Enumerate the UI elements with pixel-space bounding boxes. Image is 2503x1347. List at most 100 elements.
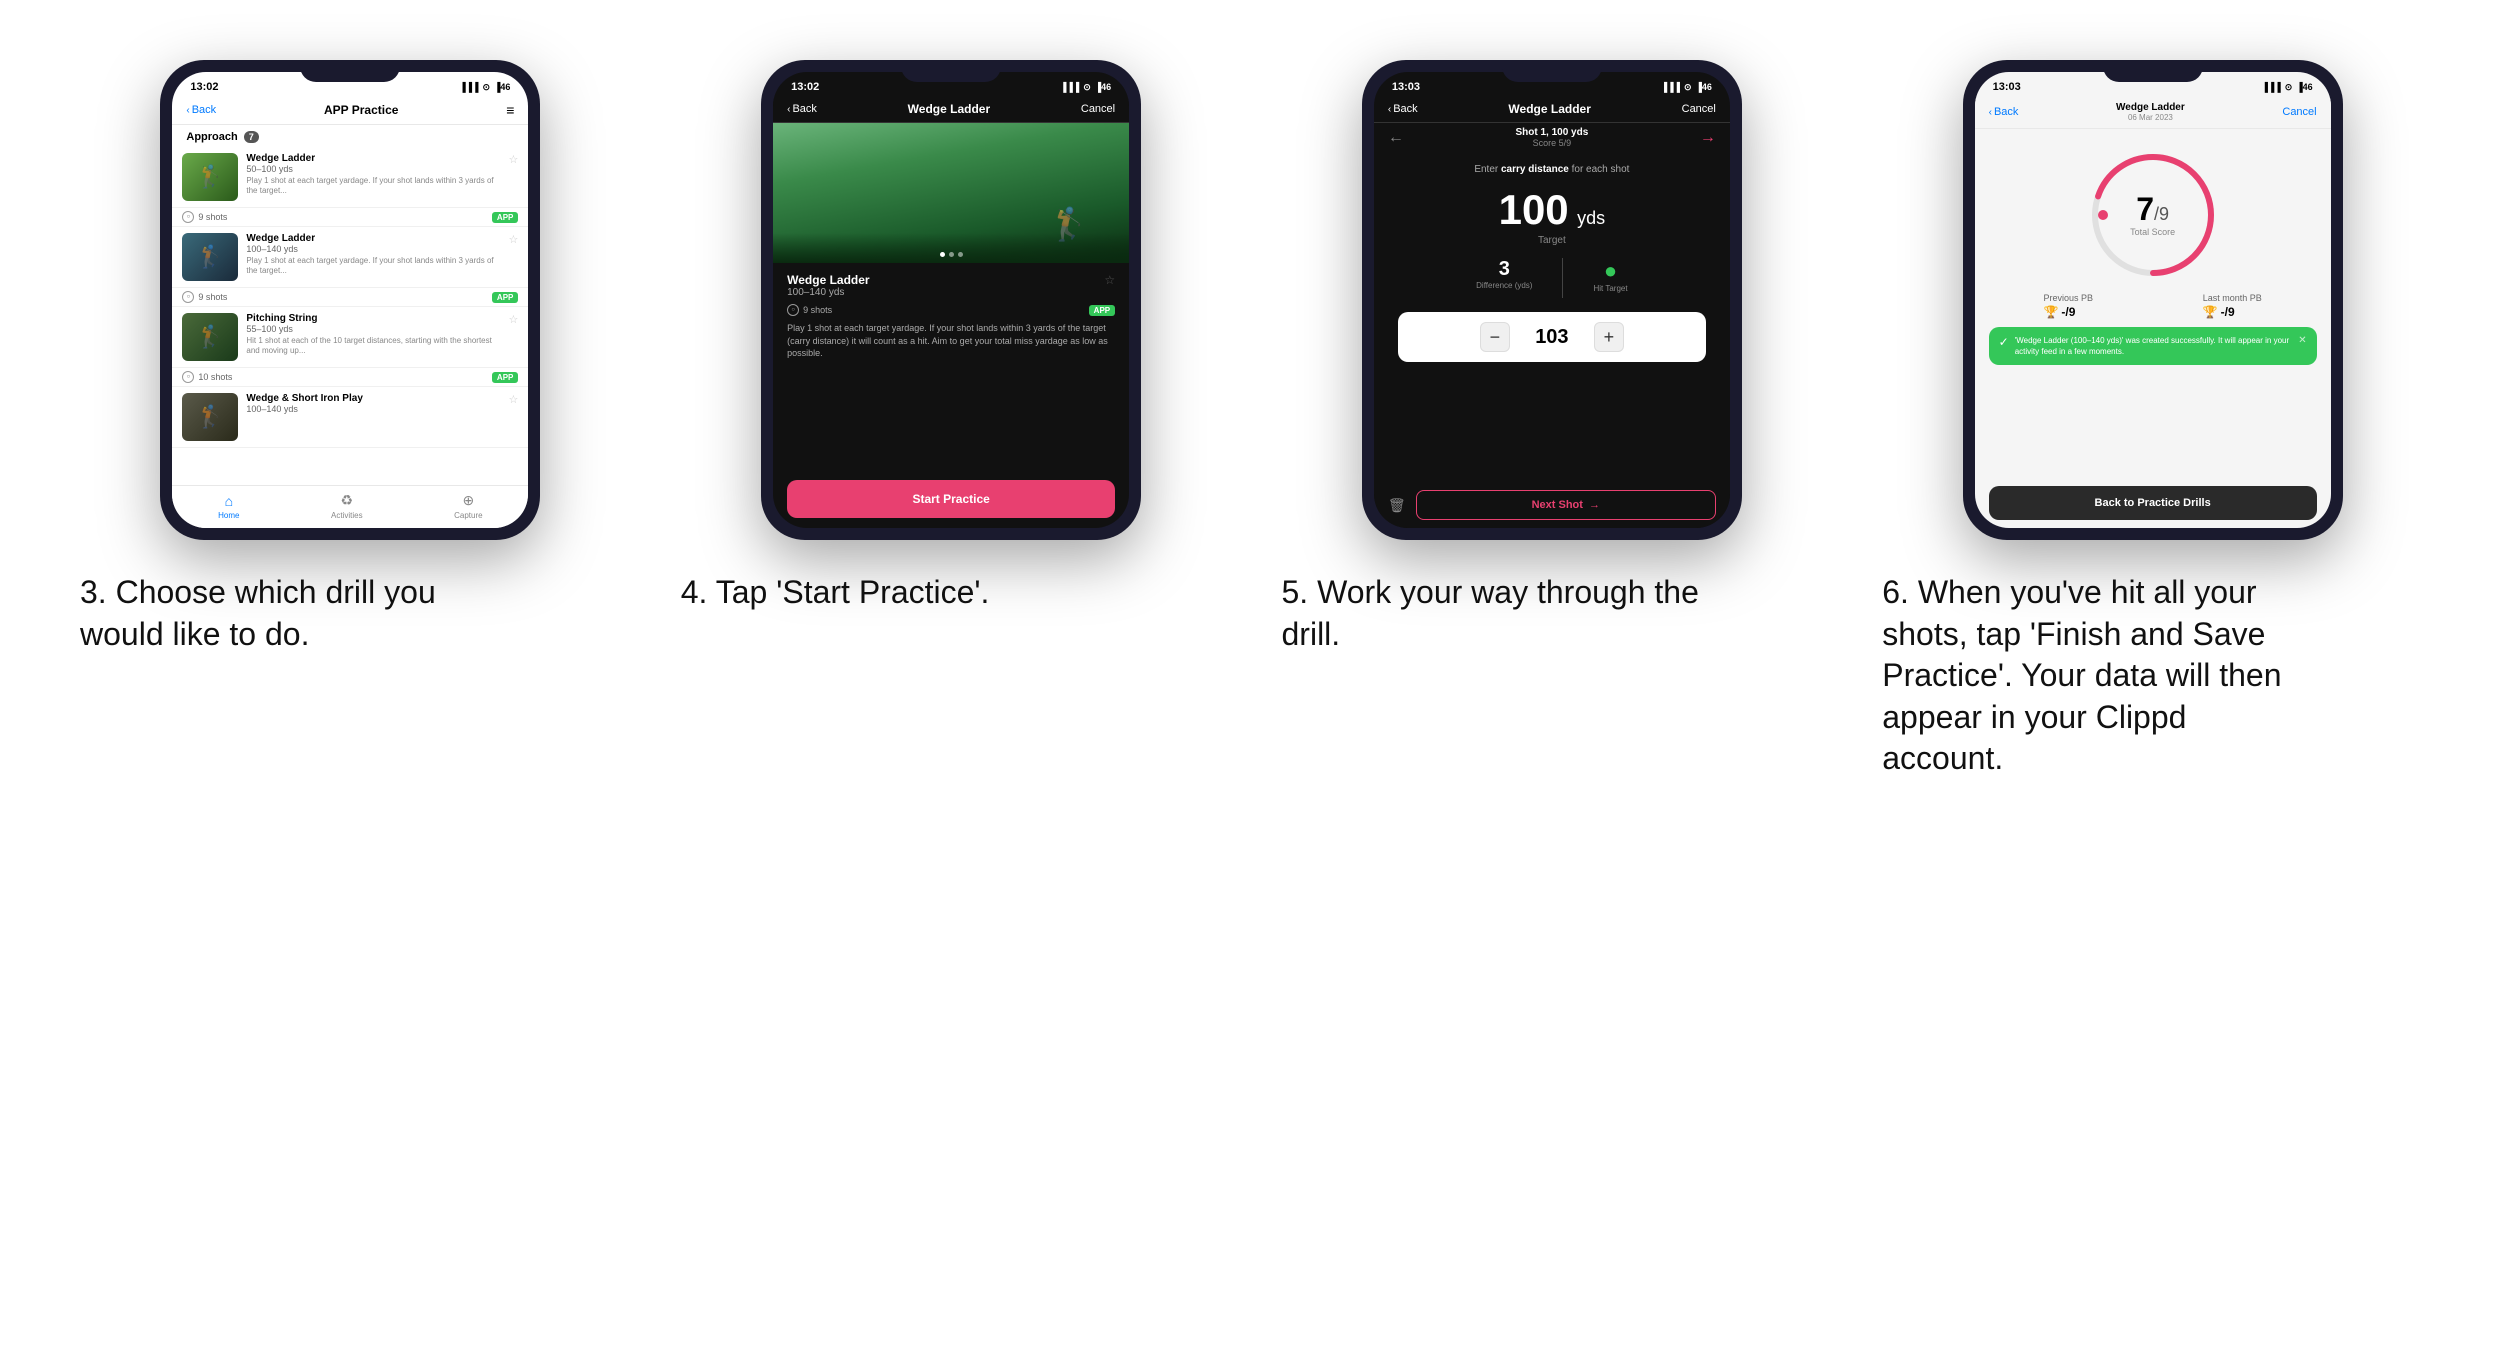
s2-shots: ○ 9 shots: [787, 304, 832, 316]
drill-thumb-2: 🏌: [182, 233, 238, 281]
clock-icon-3: ○: [182, 371, 194, 383]
step-3-column: 13:02 ▐▐▐ ⊙ ▐46 ‹ Back APP Practice ≡: [80, 60, 621, 655]
drill-info-4: Wedge & Short Iron Play 100–140 yds: [246, 393, 500, 441]
caption-3: 3. Choose which drill you would like to …: [80, 572, 500, 655]
delete-shot-button[interactable]: 🗑: [1388, 497, 1406, 514]
star-icon-2[interactable]: ☆: [509, 233, 519, 281]
nav-home[interactable]: ⌂ Home: [218, 493, 239, 520]
clock-icon-s2: ○: [787, 304, 799, 316]
dot-3: [958, 252, 963, 257]
phone-3-status-icons: ▐▐▐ ⊙ ▐46: [1661, 82, 1712, 93]
phone-1-back[interactable]: ‹ Back: [186, 104, 216, 116]
star-icon-4[interactable]: ☆: [509, 393, 519, 441]
home-icon: ⌂: [225, 493, 233, 509]
nav-capture[interactable]: ⊕ Capture: [454, 492, 482, 520]
phone-4-status-icons: ▐▐▐ ⊙ ▐46: [2262, 82, 2313, 93]
image-dots: [940, 252, 963, 263]
drill-item-3[interactable]: 🏌 Pitching String 55–100 yds Hit 1 shot …: [172, 307, 528, 368]
phone-4-cancel[interactable]: Cancel: [2282, 106, 2316, 118]
last-month-pb-value: 🏆 -/9: [2203, 305, 2262, 319]
phone-1-notch: [300, 60, 400, 82]
hit-target-icon: ●: [1593, 258, 1627, 284]
phone-2-screen: 13:02 ▐▐▐ ⊙ ▐46 ‹ Back Wedge Ladder Canc…: [773, 72, 1129, 528]
metric-divider: [1562, 258, 1563, 298]
practice-image: 🏌️: [773, 123, 1129, 263]
increment-button[interactable]: +: [1594, 322, 1624, 352]
drill-info-2: Wedge Ladder 100–140 yds Play 1 shot at …: [246, 233, 500, 281]
s2-star-icon[interactable]: ☆: [1104, 273, 1115, 287]
drill-thumb-3: 🏌: [182, 313, 238, 361]
phone-1-screen: 13:02 ▐▐▐ ⊙ ▐46 ‹ Back APP Practice ≡: [172, 72, 528, 528]
hit-target-metric: ● Hit Target: [1593, 258, 1627, 298]
phone-2-back[interactable]: ‹ Back: [787, 103, 817, 115]
shot-instruction: Enter carry distance for each shot: [1388, 164, 1716, 175]
phone-2-body: Wedge Ladder 100–140 yds ☆ ○ 9 shots APP…: [773, 263, 1129, 470]
trophy-icon-2: 🏆: [2203, 305, 2218, 319]
back-chevron-icon: ‹: [186, 105, 189, 116]
last-month-pb: Last month PB 🏆 -/9: [2203, 293, 2262, 319]
drill-2-footer: ○ 9 shots APP: [172, 288, 528, 307]
step-6-column: 13:03 ▐▐▐ ⊙ ▐46 ‹ Back Wedge Ladder: [1882, 60, 2423, 780]
wifi-icon-4: ⊙: [2285, 82, 2293, 93]
clock-icon-2: ○: [182, 291, 194, 303]
phone-2-nav-title: Wedge Ladder: [908, 102, 990, 116]
phone-3-nav-title: Wedge Ladder: [1508, 102, 1590, 116]
phone-4-time: 13:03: [1993, 81, 2021, 93]
phone-1-content: Approach 7 🏌 Wedge Ladder 50–100 yds Pla…: [172, 125, 528, 485]
toast-close-icon[interactable]: ✕: [2298, 335, 2306, 346]
shot-metrics: 3 Difference (yds) ● Hit Target: [1388, 258, 1716, 298]
battery-icon-2: ▐46: [1095, 82, 1111, 92]
success-toast: ✓ 'Wedge Ladder (100–140 yds)' was creat…: [1989, 327, 2317, 365]
clock-icon-1: ○: [182, 211, 194, 223]
caption-4: 4. Tap 'Start Practice'.: [681, 572, 990, 614]
drill-item-2[interactable]: 🏌 Wedge Ladder 100–140 yds Play 1 shot a…: [172, 227, 528, 288]
phone-2-nav: ‹ Back Wedge Ladder Cancel: [773, 98, 1129, 123]
drill-3-shots: ○ 10 shots: [182, 371, 232, 383]
drill-item-4[interactable]: 🏌 Wedge & Short Iron Play 100–140 yds ☆: [172, 387, 528, 448]
phone-3-cancel[interactable]: Cancel: [1682, 103, 1716, 115]
difference-metric: 3 Difference (yds): [1476, 258, 1532, 298]
phone-4-frame: 13:03 ▐▐▐ ⊙ ▐46 ‹ Back Wedge Ladder: [1963, 60, 2343, 540]
previous-pb: Previous PB 🏆 -/9: [2043, 293, 2093, 319]
trophy-icon-1: 🏆: [2043, 305, 2058, 319]
star-icon-1[interactable]: ☆: [509, 153, 519, 201]
next-shot-arrow[interactable]: →: [1700, 129, 1716, 147]
next-shot-button[interactable]: Next Shot →: [1416, 490, 1716, 520]
star-icon-3[interactable]: ☆: [509, 313, 519, 361]
phone-4-back[interactable]: ‹ Back: [1989, 106, 2019, 118]
caption-5: 5. Work your way through the drill.: [1282, 572, 1702, 655]
back-to-drills-button[interactable]: Back to Practice Drills: [1989, 486, 2317, 520]
phone-1-frame: 13:02 ▐▐▐ ⊙ ▐46 ‹ Back APP Practice ≡: [160, 60, 540, 540]
phone-4-body: 7/9 Total Score Previous PB 🏆 -/9: [1975, 129, 2331, 482]
score-circle: 7/9 Total Score: [2083, 145, 2223, 285]
phone-3-back[interactable]: ‹ Back: [1388, 103, 1418, 115]
drill-info-1: Wedge Ladder 50–100 yds Play 1 shot at e…: [246, 153, 500, 201]
dot-2: [949, 252, 954, 257]
drill-1-shots: ○ 9 shots: [182, 211, 227, 223]
decrement-button[interactable]: −: [1480, 322, 1510, 352]
s2-name-group: Wedge Ladder 100–140 yds: [787, 273, 869, 298]
phone-1-nav: ‹ Back APP Practice ≡: [172, 98, 528, 125]
target-display: 100 yds Target: [1388, 189, 1716, 246]
drill-item-1[interactable]: 🏌 Wedge Ladder 50–100 yds Play 1 shot at…: [172, 147, 528, 208]
phone-2-time: 13:02: [791, 81, 819, 93]
start-practice-button[interactable]: Start Practice: [787, 480, 1115, 518]
prev-shot-arrow[interactable]: ←: [1388, 129, 1404, 147]
menu-icon[interactable]: ≡: [506, 102, 514, 118]
signal-icon-2: ▐▐▐: [1060, 82, 1079, 92]
phone-1-time: 13:02: [190, 81, 218, 93]
phone-1-status-icons: ▐▐▐ ⊙ ▐46: [459, 82, 510, 93]
activities-icon: ♻: [341, 492, 354, 509]
score-label: Total Score: [2130, 227, 2175, 237]
wifi-icon: ⊙: [482, 82, 490, 93]
nav-activities[interactable]: ♻ Activities: [331, 492, 363, 520]
signal-icon: ▐▐▐: [459, 82, 478, 92]
drill-info-3: Pitching String 55–100 yds Hit 1 shot at…: [246, 313, 500, 361]
drill-thumb-4: 🏌: [182, 393, 238, 441]
distance-input-row: − 103 +: [1398, 312, 1706, 362]
s2-title-row: Wedge Ladder 100–140 yds ☆: [787, 273, 1115, 298]
s2-description: Play 1 shot at each target yardage. If y…: [787, 322, 1115, 360]
phone-4-nav-title: Wedge Ladder 06 Mar 2023: [2116, 102, 2185, 122]
s2-shots-row: ○ 9 shots APP: [787, 304, 1115, 316]
phone-2-cancel[interactable]: Cancel: [1081, 103, 1115, 115]
